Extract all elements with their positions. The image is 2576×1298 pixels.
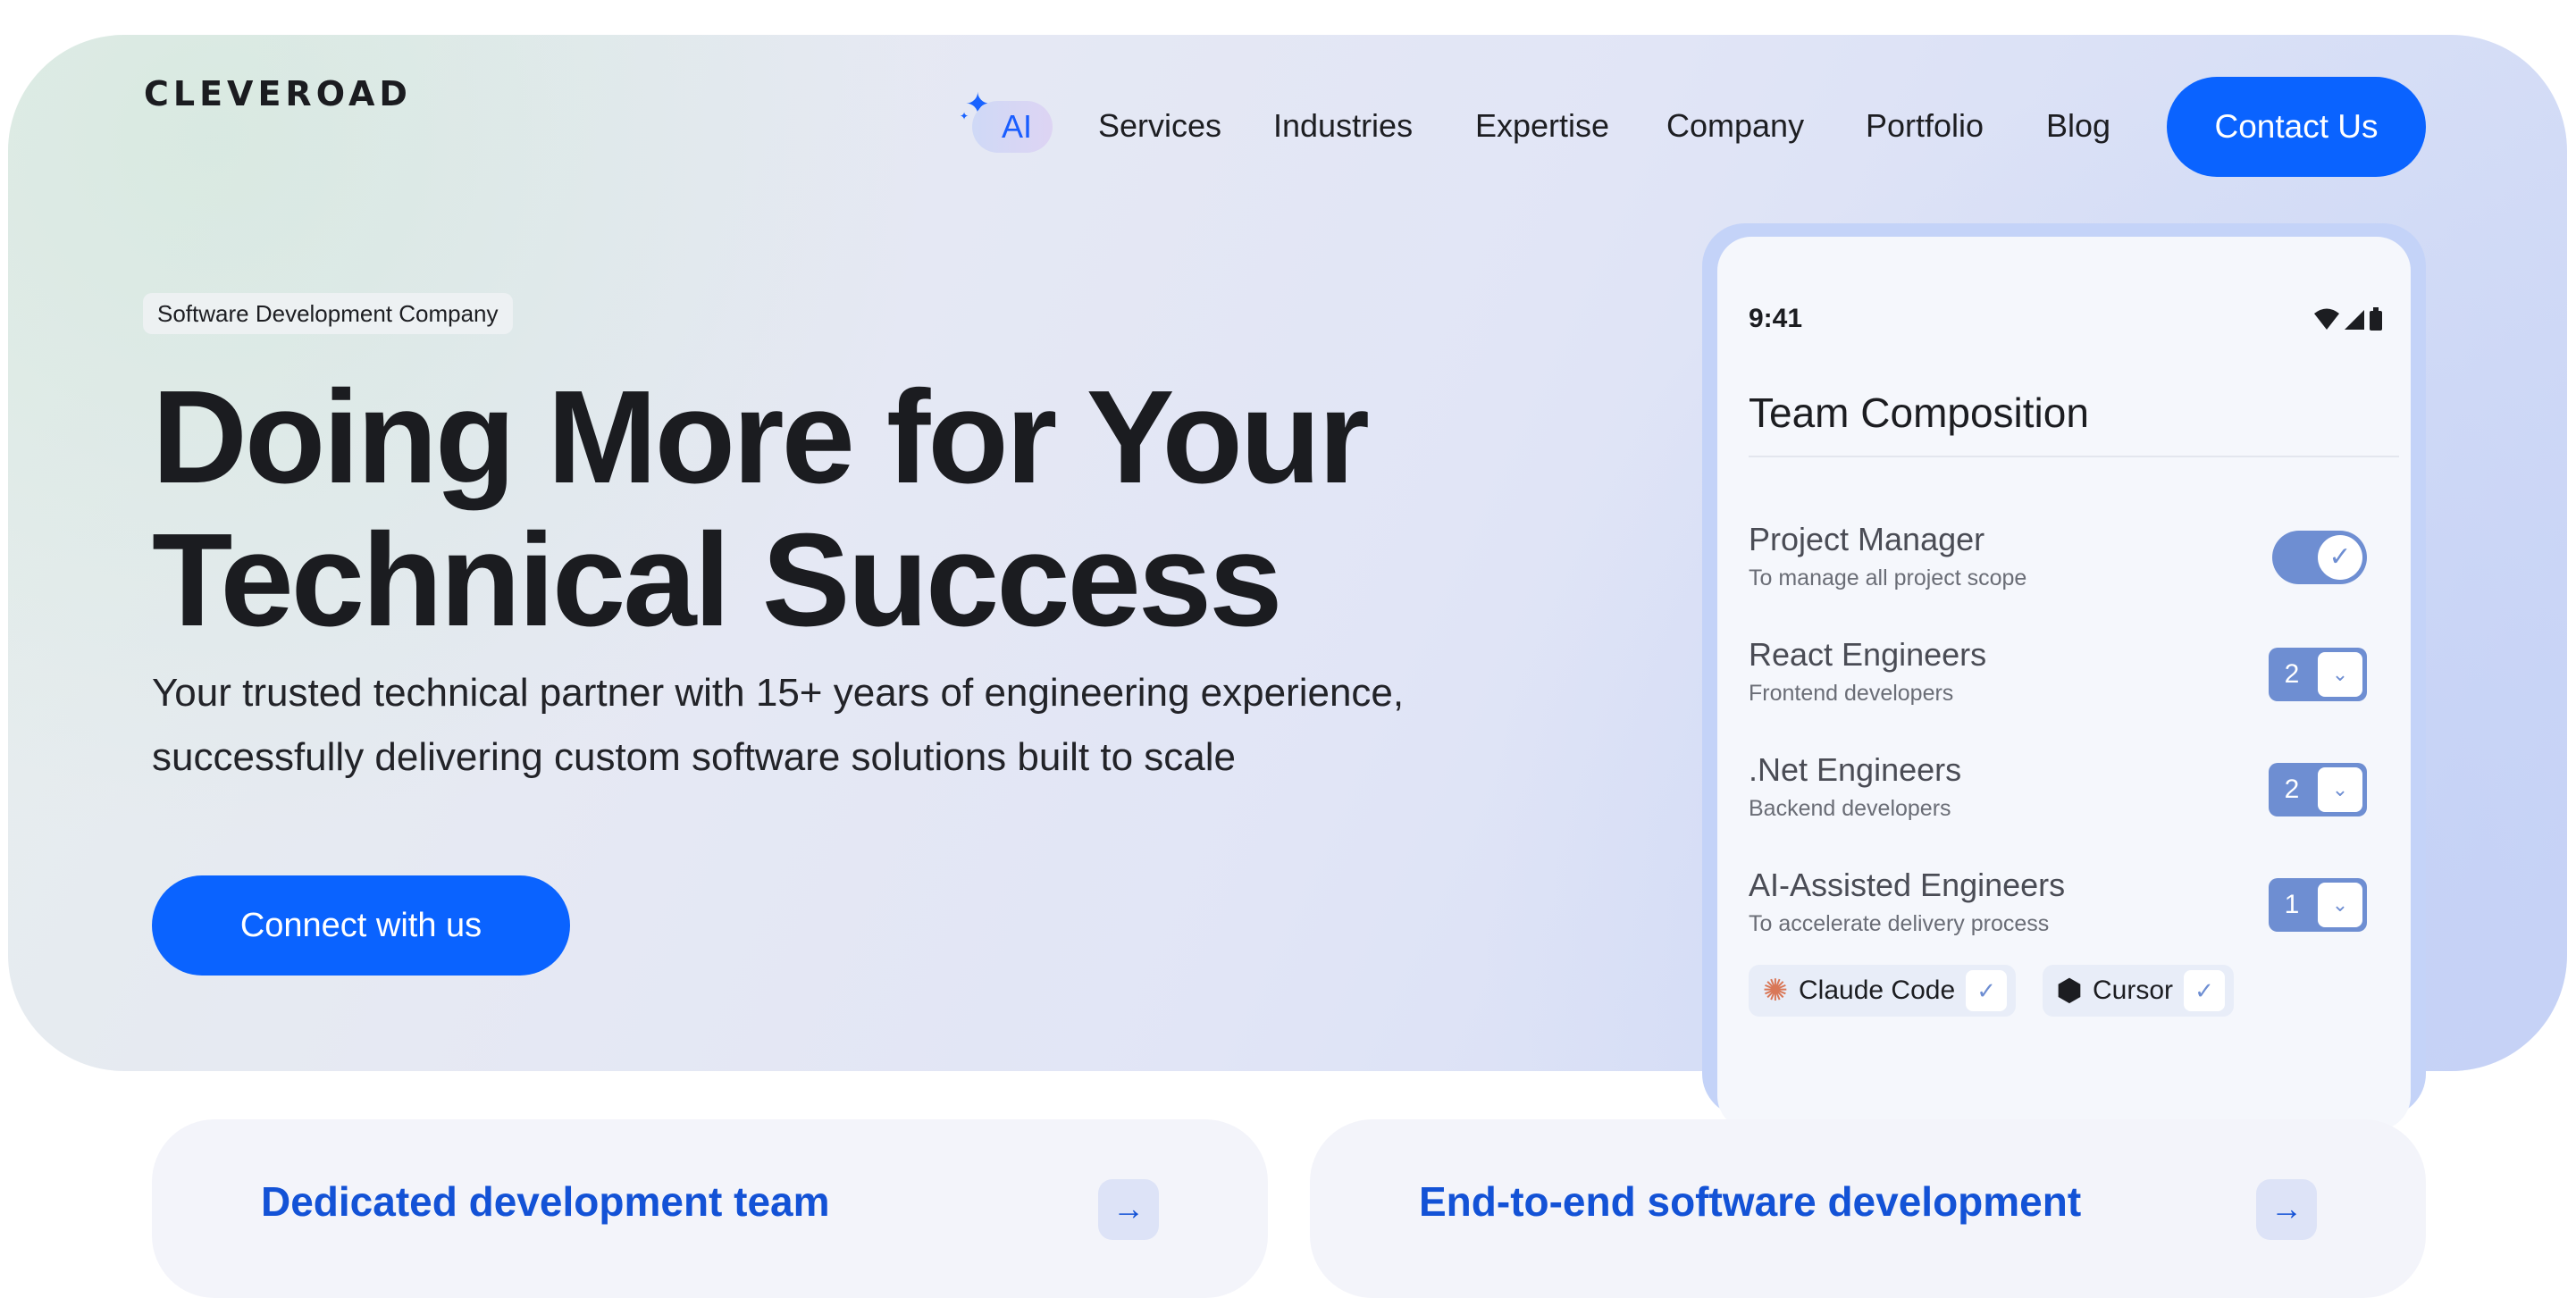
eyebrow-badge: Software Development Company xyxy=(143,293,513,334)
headline-line-1: Doing More for Your xyxy=(152,364,1370,511)
check-icon: ✓ xyxy=(2318,535,2362,580)
wifi-icon xyxy=(2314,308,2339,330)
arrow-right-icon[interactable]: → xyxy=(1098,1179,1159,1240)
nav-link-company[interactable]: Company xyxy=(1666,104,1804,148)
nav-link-industries[interactable]: Industries xyxy=(1273,104,1413,148)
role-title-react-engineers: React Engineers xyxy=(1749,636,1987,673)
role-subtitle-project-manager: To manage all project scope xyxy=(1749,565,2027,590)
project-manager-toggle[interactable]: ✓ xyxy=(2272,531,2367,584)
connect-with-us-button[interactable]: Connect with us xyxy=(152,875,570,976)
ai-assisted-engineers-select[interactable]: 1 ⌄ xyxy=(2269,878,2367,932)
tool-chip-cursor[interactable]: ⬢ Cursor ✓ xyxy=(2043,965,2235,1017)
nav-link-portfolio[interactable]: Portfolio xyxy=(1866,104,1984,148)
role-title-net-engineers: .Net Engineers xyxy=(1749,751,1962,788)
net-engineers-select[interactable]: 2 ⌄ xyxy=(2269,763,2367,816)
tool-label-claude-code: Claude Code xyxy=(1799,976,1956,1005)
status-bar-icons xyxy=(2314,307,2382,331)
contact-us-button[interactable]: Contact Us xyxy=(2167,77,2426,177)
role-subtitle-react-engineers: Frontend developers xyxy=(1749,681,1954,706)
small-sparkle-icon: ✦ xyxy=(960,110,969,122)
arrow-right-icon[interactable]: → xyxy=(2256,1179,2317,1240)
hero-headline: Doing More for Your Technical Success xyxy=(152,366,1671,652)
divider xyxy=(1749,456,2399,457)
net-engineers-count: 2 xyxy=(2284,775,2300,804)
card-title-end-to-end[interactable]: End-to-end software development xyxy=(1419,1177,2081,1226)
react-engineers-count: 2 xyxy=(2284,659,2300,689)
nav-link-services[interactable]: Services xyxy=(1098,104,1221,148)
role-subtitle-net-engineers: Backend developers xyxy=(1749,796,1951,821)
ai-assisted-engineers-count: 1 xyxy=(2284,890,2300,919)
card-title-dedicated-team[interactable]: Dedicated development team xyxy=(261,1177,830,1226)
signal-icon xyxy=(2345,310,2364,330)
role-subtitle-ai-assisted-engineers: To accelerate delivery process xyxy=(1749,911,2050,936)
hero-subtext: Your trusted technical partner with 15+ … xyxy=(152,661,1671,790)
check-icon[interactable]: ✓ xyxy=(2184,970,2226,1011)
subtext-line-2: successfully delivering custom software … xyxy=(152,735,1236,779)
react-engineers-select[interactable]: 2 ⌄ xyxy=(2269,648,2367,701)
nav-link-blog[interactable]: Blog xyxy=(2046,104,2110,148)
cleveroad-logo[interactable]: CLEVEROAD xyxy=(144,74,412,113)
battery-icon xyxy=(2370,311,2382,331)
cursor-cube-icon: ⬢ xyxy=(2056,974,2083,1008)
status-time: 9:41 xyxy=(1749,304,1803,333)
tool-label-cursor: Cursor xyxy=(2093,976,2174,1005)
chevron-down-icon[interactable]: ⌄ xyxy=(2318,767,2362,812)
nav-link-expertise[interactable]: Expertise xyxy=(1475,104,1609,148)
nav-ai-link[interactable]: AI xyxy=(972,101,1053,153)
role-title-project-manager: Project Manager xyxy=(1749,521,1985,557)
tool-chip-claude-code[interactable]: ✺ Claude Code ✓ xyxy=(1749,965,2017,1017)
role-title-ai-assisted-engineers: AI-Assisted Engineers xyxy=(1749,867,2066,903)
claude-asterisk-icon: ✺ xyxy=(1762,974,1789,1008)
subtext-line-1: Your trusted technical partner with 15+ … xyxy=(152,671,1405,715)
headline-line-2: Technical Success xyxy=(152,507,1283,654)
chevron-down-icon[interactable]: ⌄ xyxy=(2318,652,2362,697)
check-icon[interactable]: ✓ xyxy=(1966,970,2008,1011)
team-composition-title: Team Composition xyxy=(1749,389,2089,436)
chevron-down-icon[interactable]: ⌄ xyxy=(2318,883,2362,927)
